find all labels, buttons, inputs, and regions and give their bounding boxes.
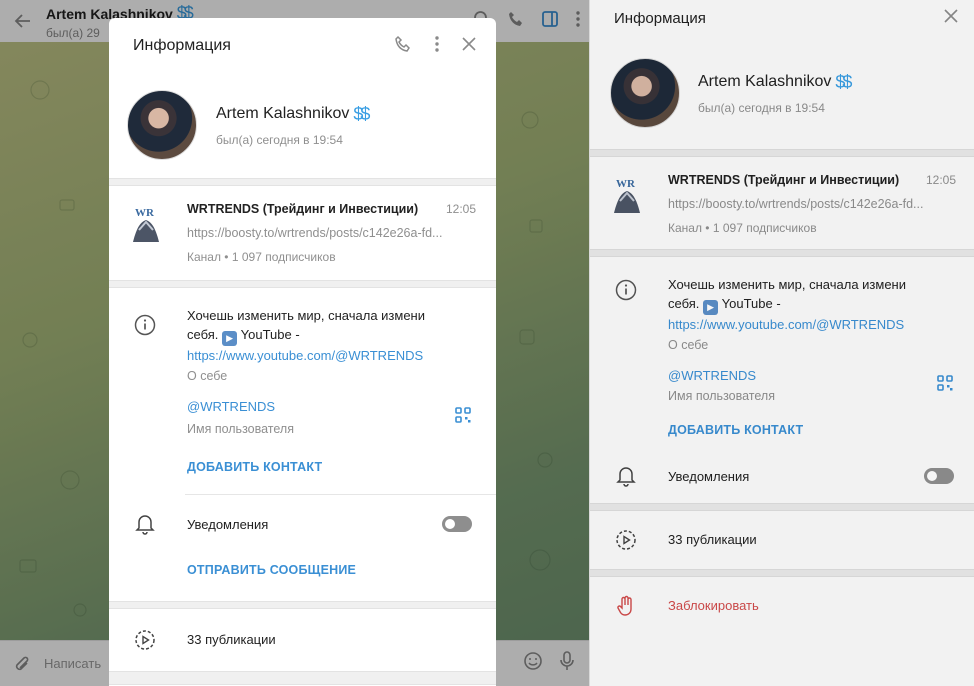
- premium-badge: $$: [353, 103, 370, 124]
- panel-dim-overlay: [590, 0, 974, 686]
- phone-icon: [395, 35, 410, 52]
- youtube-link[interactable]: https://www.youtube.com/@WRTRENDS: [187, 348, 423, 363]
- bio-line-2-suffix: YouTube -: [240, 327, 300, 342]
- profile-status: был(а) сегодня в 19:54: [216, 132, 343, 147]
- more-vertical-icon: [435, 35, 439, 52]
- profile-name-text: Artem Kalashnikov: [216, 105, 350, 122]
- youtube-emoji: ▶: [222, 331, 238, 346]
- profile-name: Artem Kalashnikov $$: [216, 103, 370, 125]
- svg-text:WR: WR: [135, 207, 155, 219]
- channel-logo: WR: [131, 204, 161, 242]
- send-message-row: ОТПРАВИТЬ СООБЩЕНИЕ: [109, 553, 496, 601]
- username-label: Имя пользователя: [187, 422, 294, 436]
- notifications-label: Уведомления: [187, 516, 269, 532]
- section-separator: [109, 178, 496, 186]
- section-separator: [109, 601, 496, 609]
- info-side-panel: Информация Artem Kalashnikov $$ был(а) се…: [589, 0, 974, 686]
- publications-row[interactable]: 33 публикации: [109, 609, 496, 671]
- profile-section: Artem Kalashnikov $$ был(а) сегодня в 19:…: [109, 74, 496, 178]
- bio-label: О себе: [187, 369, 228, 383]
- publications-label: 33 публикации: [187, 632, 276, 647]
- info-icon: [134, 314, 156, 336]
- modal-close-button[interactable]: [462, 36, 476, 56]
- channel-subscribers: Канал • 1 097 подписчиков: [187, 250, 336, 264]
- modal-title: Информация: [133, 37, 231, 54]
- avatar[interactable]: [127, 90, 197, 160]
- stories-play-icon: [135, 630, 155, 650]
- qr-code-button[interactable]: [454, 406, 472, 429]
- bell-icon: [135, 515, 155, 535]
- section-separator: [109, 671, 496, 685]
- add-contact-row: ДОБАВИТЬ КОНТАКТ: [109, 436, 496, 494]
- username-row[interactable]: @WRTRENDS Имя пользователя: [109, 383, 496, 436]
- bio-line-2: себя.: [187, 327, 219, 342]
- modal-call-button[interactable]: [394, 35, 412, 58]
- notifications-row[interactable]: Уведомления: [109, 495, 496, 553]
- bio-text: Хочешь изменить мир, сначала измени себя…: [187, 306, 496, 365]
- qr-code-icon: [455, 407, 471, 423]
- bio-line-1: Хочешь изменить мир, сначала измени: [187, 308, 425, 323]
- notifications-toggle[interactable]: [442, 516, 472, 532]
- channel-last-post: https://boosty.to/wrtrends/posts/c142e26…: [187, 226, 443, 240]
- send-message-button[interactable]: ОТПРАВИТЬ СООБЩЕНИЕ: [187, 563, 356, 577]
- bio-row: Хочешь изменить мир, сначала измени себя…: [109, 288, 496, 383]
- section-separator: [109, 280, 496, 288]
- close-icon: [462, 36, 476, 51]
- channel-name: WRTRENDS (Трейдинг и Инвестиции): [187, 202, 419, 216]
- channel-post-time: 12:05: [445, 202, 476, 216]
- modal-header: Информация: [109, 18, 496, 74]
- modal-more-button[interactable]: [434, 35, 440, 58]
- personal-channel[interactable]: WR WRTRENDS (Трейдинг и Инвестиции) 12:0…: [109, 186, 496, 280]
- info-modal: Информация Artem Kalashnikov $$ был(а) се…: [109, 18, 496, 686]
- username-value: @WRTRENDS: [187, 399, 276, 414]
- add-contact-button[interactable]: ДОБАВИТЬ КОНТАКТ: [187, 460, 322, 474]
